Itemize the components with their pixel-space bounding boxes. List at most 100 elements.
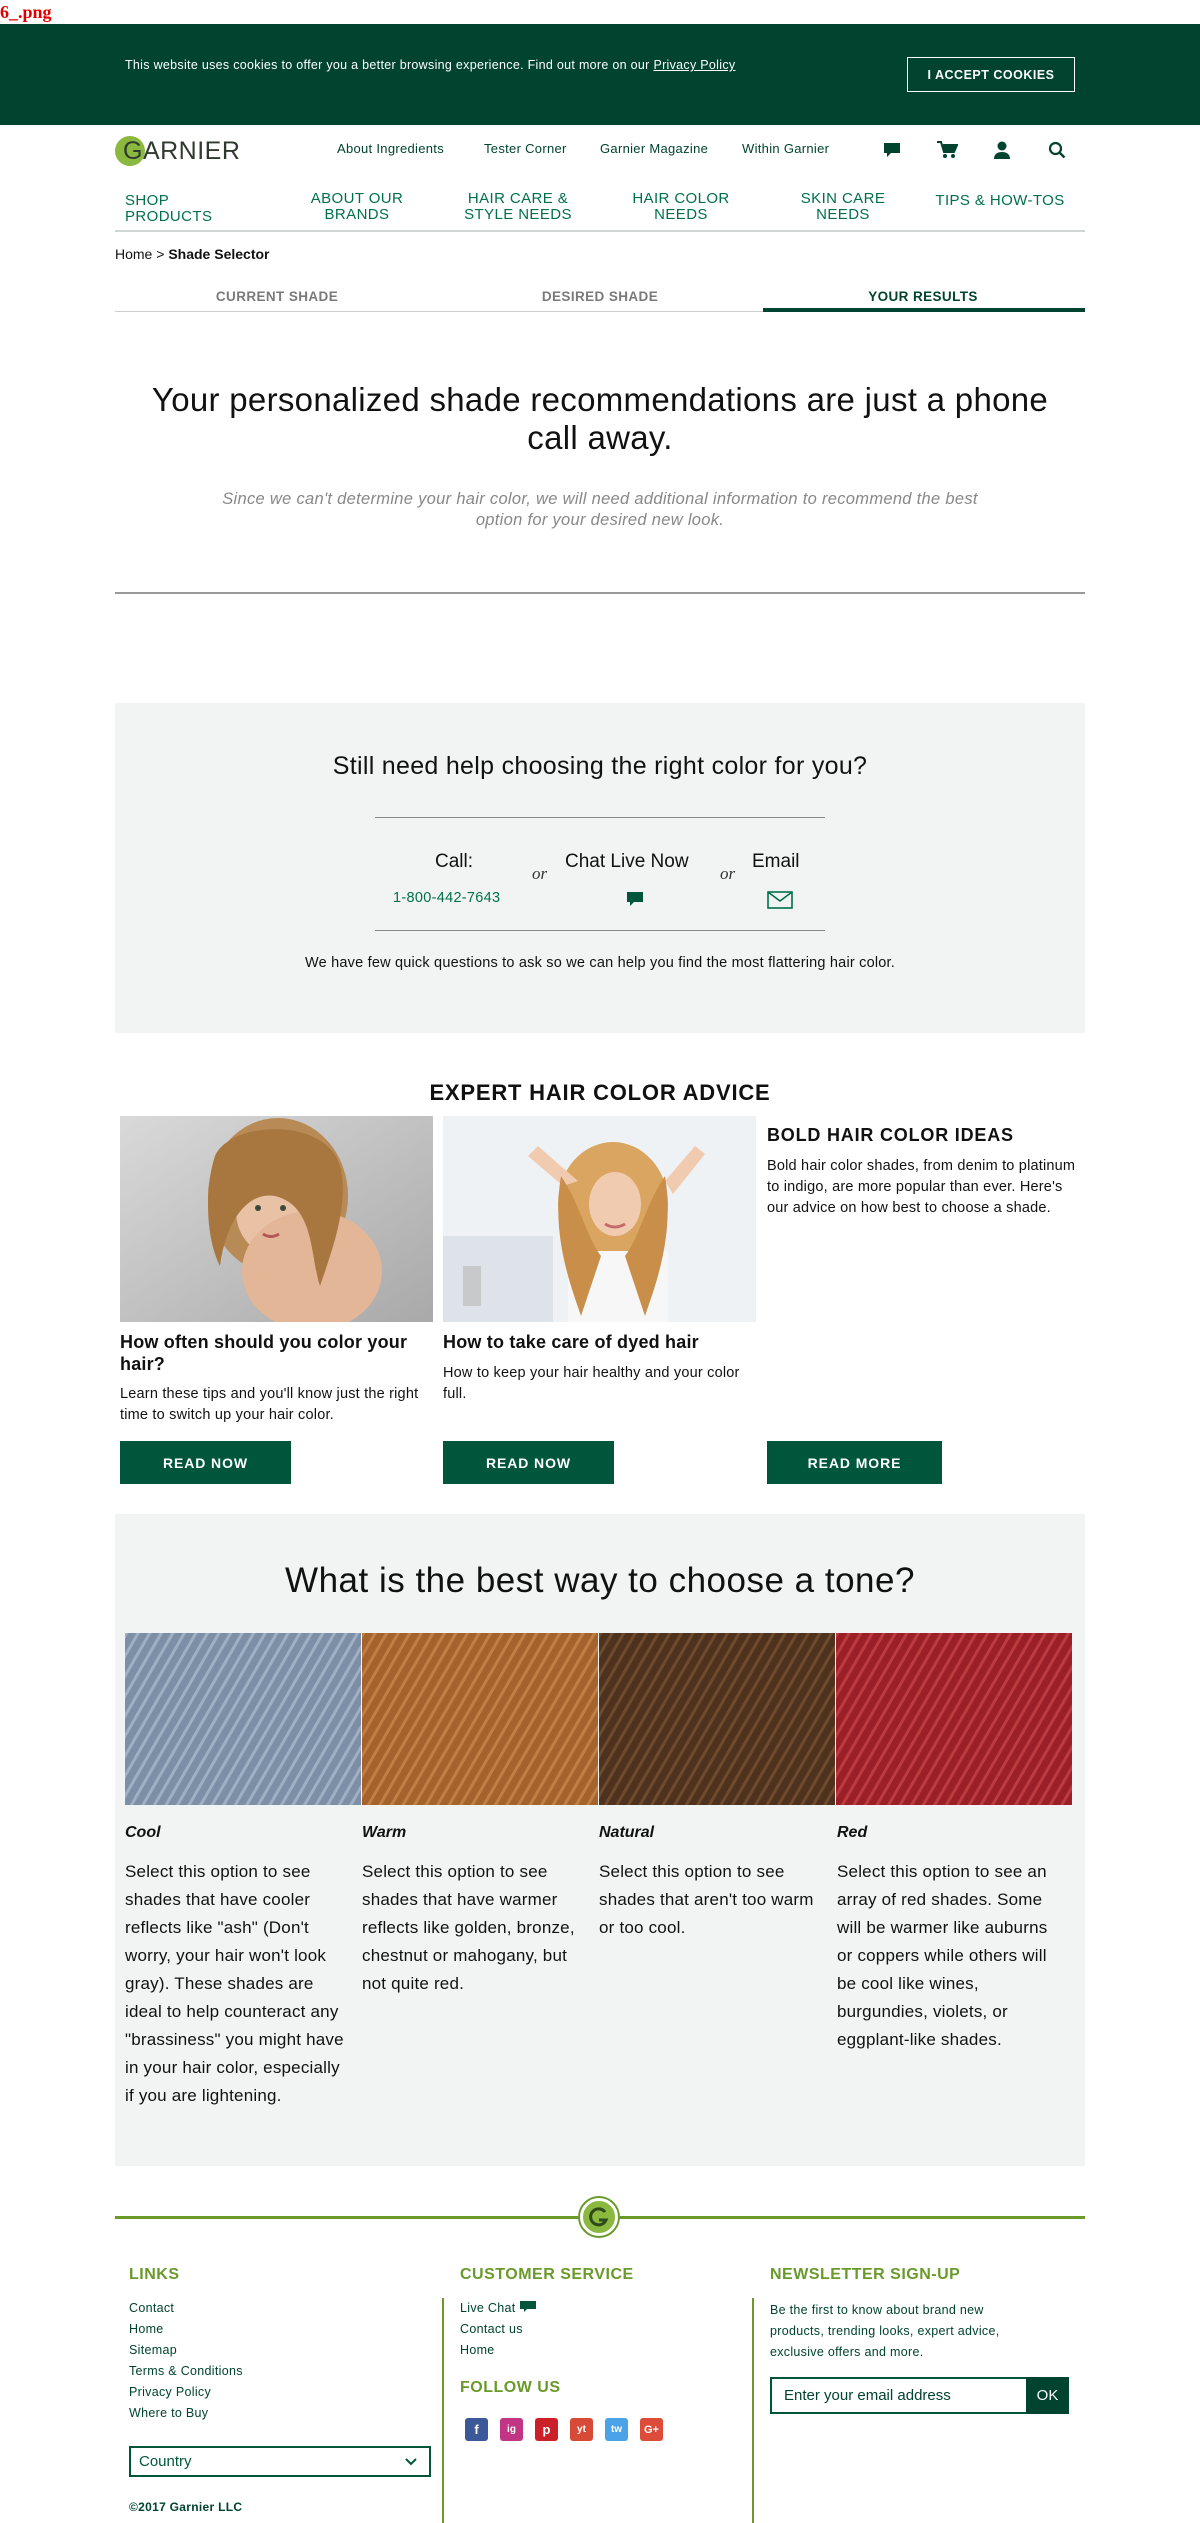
- footer-link-cs-home[interactable]: Home: [460, 2340, 495, 2361]
- footer-link-privacy[interactable]: Privacy Policy: [129, 2382, 211, 2403]
- swatch-natural[interactable]: [599, 1633, 835, 1805]
- tone-text-natural: Select this option to see shades that ar…: [599, 1862, 814, 1937]
- swatch-red[interactable]: [836, 1633, 1072, 1805]
- chat-bubble-icon[interactable]: [625, 891, 645, 913]
- card-text-dyed-hair: How to keep your hair healthy and your c…: [443, 1365, 740, 1402]
- email-envelope-icon[interactable]: [767, 891, 793, 914]
- tone-text-red: Select this option to see an array of re…: [837, 1862, 1048, 2049]
- help-divider-bottom: [375, 930, 825, 931]
- tone-text-cool: Select this option to see shades that ha…: [125, 1862, 344, 2105]
- expert-advice-title: EXPERT HAIR COLOR ADVICE: [429, 1080, 771, 1105]
- tone-text-warm: Select this option to see shades that ha…: [362, 1862, 575, 1993]
- or-text-2: or: [720, 864, 736, 883]
- chat-icon[interactable]: [881, 139, 903, 161]
- tone-name-natural: Natural: [599, 1824, 655, 1841]
- garnier-logo[interactable]: GARNIER: [115, 133, 240, 169]
- card-title-bold-ideas[interactable]: BOLD HAIR COLOR IDEAS: [767, 1124, 1087, 1146]
- curly-hair-woman-photo[interactable]: [120, 1116, 433, 1322]
- card-title-dyed-hair[interactable]: How to take care of dyed hair: [443, 1331, 761, 1353]
- footer-link-sitemap[interactable]: Sitemap: [129, 2340, 177, 2361]
- newsletter-ok-button[interactable]: OK: [1026, 2377, 1069, 2414]
- footer-link-terms[interactable]: Terms & Conditions: [129, 2361, 243, 2382]
- newsletter-text: Be the first to know about brand new pro…: [770, 2303, 1000, 2359]
- pinterest-icon[interactable]: p: [535, 2418, 558, 2441]
- tone-name-cool: Cool: [125, 1824, 161, 1841]
- account-icon[interactable]: [991, 139, 1013, 161]
- card-text-how-often: Learn these tips and you'll know just th…: [120, 1386, 419, 1423]
- card-title-how-often[interactable]: How often should you color your hair?: [120, 1331, 438, 1375]
- phone-number-link[interactable]: 1-800-442-7643: [393, 890, 500, 906]
- read-now-button-2[interactable]: READ NOW: [443, 1441, 614, 1484]
- youtube-icon[interactable]: yt: [570, 2418, 593, 2441]
- step-desired-shade[interactable]: DESIRED SHADE: [440, 289, 760, 304]
- search-icon[interactable]: [1046, 139, 1068, 161]
- call-label: Call:: [435, 851, 474, 872]
- read-more-button[interactable]: READ MORE: [767, 1441, 942, 1484]
- footer-column-divider-2: [752, 2298, 754, 2523]
- cookie-message: This website uses cookies to offer you a…: [125, 58, 650, 72]
- top-link-garnier-magazine[interactable]: Garnier Magazine: [600, 141, 708, 156]
- nav-about-our-brands[interactable]: ABOUT OUR BRANDS: [297, 191, 417, 223]
- results-title: Your personalized shade recommendations …: [151, 381, 1049, 456]
- nav-hair-care-style-needs[interactable]: HAIR CARE & STYLE NEEDS: [458, 191, 578, 223]
- google-plus-icon[interactable]: G+: [640, 2418, 663, 2441]
- instagram-icon[interactable]: ig: [500, 2418, 523, 2441]
- country-select[interactable]: Country: [129, 2446, 431, 2477]
- accept-cookies-button[interactable]: I ACCEPT COOKIES: [907, 57, 1075, 92]
- country-select-value: Country: [139, 2453, 192, 2470]
- top-link-tester-corner[interactable]: Tester Corner: [484, 141, 567, 156]
- tone-title: What is the best way to choose a tone?: [285, 1561, 915, 1600]
- footer-logo-icon[interactable]: [580, 2198, 618, 2236]
- customer-service-title: CUSTOMER SERVICE: [460, 2266, 634, 2283]
- live-chat-icon: [520, 2301, 537, 2312]
- steps-active-indicator: [763, 308, 1085, 312]
- footer-link-contact-us[interactable]: Contact us: [460, 2319, 523, 2340]
- woman-touching-hair-photo[interactable]: [443, 1116, 756, 1322]
- help-title: Still need help choosing the right color…: [332, 752, 868, 780]
- copyright: ©2017 Garnier LLC: [129, 2500, 243, 2514]
- top-link-about-ingredients[interactable]: About Ingredients: [337, 141, 444, 156]
- privacy-policy-link[interactable]: Privacy Policy: [653, 58, 735, 72]
- footer-links-title: LINKS: [129, 2266, 180, 2283]
- newsletter-title: NEWSLETTER SIGN-UP: [770, 2266, 961, 2283]
- footer-link-live-chat[interactable]: Live Chat: [460, 2298, 537, 2319]
- footer-link-home[interactable]: Home: [129, 2319, 164, 2340]
- footer-link-where-to-buy[interactable]: Where to Buy: [129, 2403, 208, 2424]
- tone-name-red: Red: [837, 1824, 868, 1841]
- chevron-down-icon: [405, 2457, 417, 2465]
- footer-link-contact[interactable]: Contact: [129, 2298, 174, 2319]
- nav-shop-products[interactable]: SHOP PRODUCTS: [125, 193, 255, 225]
- help-divider-top: [375, 817, 825, 818]
- step-current-shade[interactable]: CURRENT SHADE: [117, 289, 437, 304]
- cart-icon[interactable]: [936, 139, 958, 161]
- nav-skin-care-needs[interactable]: SKIN CARE NEEDS: [783, 191, 903, 223]
- breadcrumb-home[interactable]: Home: [115, 246, 152, 262]
- top-link-within-garnier[interactable]: Within Garnier: [742, 141, 829, 156]
- breadcrumb-current: Shade Selector: [168, 246, 270, 262]
- footer-column-divider-1: [442, 2298, 444, 2523]
- breadcrumb-separator: >: [156, 246, 165, 262]
- swatch-warm[interactable]: [362, 1633, 598, 1805]
- chat-live-label[interactable]: Chat Live Now: [565, 851, 689, 873]
- results-subtitle: Since we can't determine your hair color…: [222, 490, 978, 529]
- swatch-cool[interactable]: [125, 1633, 361, 1805]
- nav-tips-how-tos[interactable]: TIPS & HOW-TOS: [930, 193, 1070, 209]
- logo-text: GARNIER: [123, 136, 241, 165]
- nav-hair-color-needs[interactable]: HAIR COLOR NEEDS: [620, 191, 742, 223]
- nav-divider: [115, 230, 1085, 232]
- read-now-button-1[interactable]: READ NOW: [120, 1441, 291, 1484]
- tone-name-warm: Warm: [362, 1824, 407, 1841]
- facebook-icon[interactable]: f: [465, 2418, 488, 2441]
- or-text-1: or: [532, 864, 548, 883]
- live-chat-label: Live Chat: [460, 2301, 516, 2315]
- card-text-bold-ideas: Bold hair color shades, from denim to pl…: [767, 1158, 1076, 1216]
- email-label[interactable]: Email: [752, 851, 800, 873]
- cookie-text: This website uses cookies to offer you a…: [125, 55, 775, 75]
- newsletter-email-input[interactable]: Enter your email address: [770, 2377, 1026, 2414]
- step-your-results[interactable]: YOUR RESULTS: [763, 289, 1083, 304]
- file-label: 6_.png: [0, 2, 52, 22]
- help-note: We have few quick questions to ask so we…: [305, 955, 895, 971]
- follow-us-title: FOLLOW US: [460, 2379, 561, 2396]
- results-divider: [115, 592, 1085, 594]
- twitter-icon[interactable]: tw: [605, 2418, 628, 2441]
